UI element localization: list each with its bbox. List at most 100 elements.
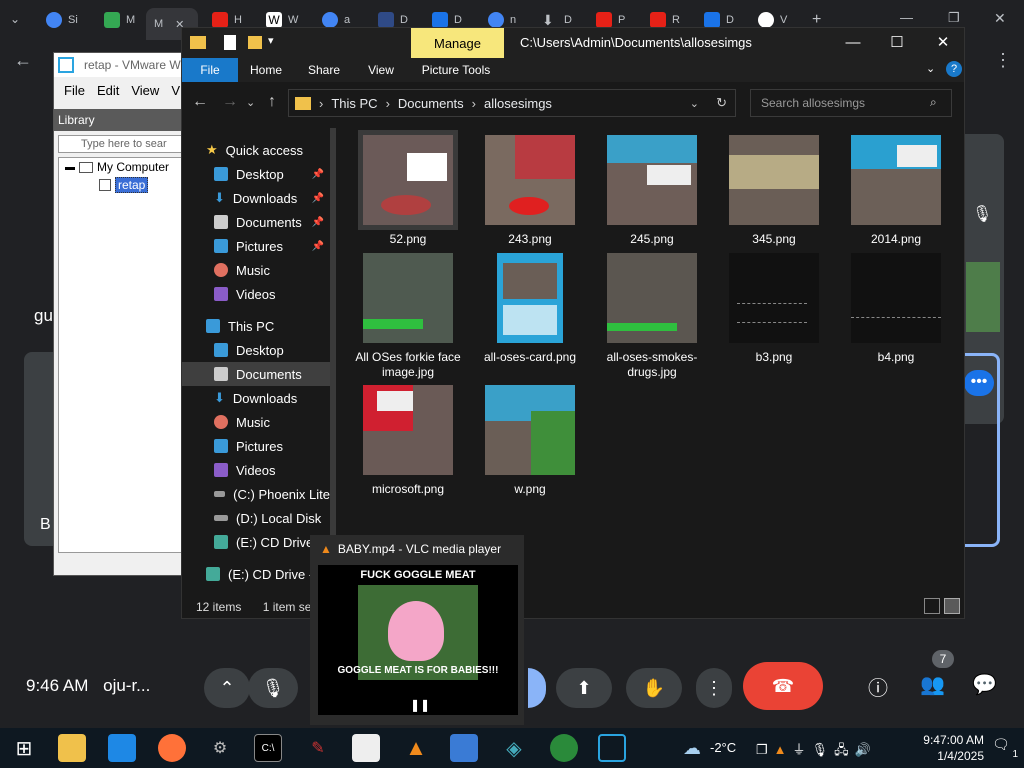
search-input[interactable]: Search allosesimgs [750,89,952,117]
close-window-icon[interactable]: ✕ [994,10,1006,27]
more-options-icon[interactable]: ••• [964,370,994,396]
new-folder-icon[interactable] [248,36,262,49]
menu-view[interactable]: View [131,83,159,98]
people-icon[interactable]: 👥 [920,672,945,697]
virtualbox-icon[interactable]: ◈ [500,734,528,762]
terminal-icon[interactable]: C:\ [254,734,282,762]
end-call-button[interactable]: ☎ [743,662,823,710]
vlc-tray-icon[interactable]: ▲ [774,742,793,757]
vmware-icon[interactable] [598,734,626,762]
nav-qa-desktop[interactable]: Desktop 📌 [182,162,330,186]
raise-hand-button[interactable]: ✋ [626,668,682,708]
more-options-button[interactable]: ⋮ [696,668,732,708]
browser-icon[interactable] [550,734,578,762]
file-item[interactable]: w.png [470,380,590,497]
nav-qa-videos[interactable]: Videos [182,282,330,306]
large-icons-view-icon[interactable] [944,598,960,614]
taskview-icon[interactable]: ❐ [756,742,774,757]
minimize-icon[interactable]: — [900,10,913,25]
file-item[interactable]: 2014.png [836,130,956,247]
minimize-icon[interactable]: — [838,32,868,54]
mic-button[interactable]: 🎙 [248,668,298,708]
nav-pc-documents[interactable]: Documents [182,362,330,386]
mic-tray-icon[interactable]: 🎙 [812,742,835,757]
file-item[interactable]: b3.png [714,248,834,365]
menu-file[interactable]: File [64,83,85,98]
collapse-icon[interactable]: ▬ [65,162,75,173]
file-item[interactable]: all-oses-card.png [470,248,590,365]
nav-drive-d[interactable]: (D:) Local Disk [182,506,330,530]
breadcrumb-documents[interactable]: Documents [398,96,464,111]
ribbon-expand-icon[interactable]: ⌄ [926,62,935,75]
usb-icon[interactable]: ⏚ [793,742,812,757]
maximize-icon[interactable]: ☐ [882,32,912,54]
nav-pc-music[interactable]: Music [182,410,330,434]
file-item[interactable]: 52.png [348,130,468,247]
paint-icon[interactable]: ✎ [304,734,332,762]
refresh-icon[interactable]: ↻ [716,95,727,111]
nav-qa-music[interactable]: Music [182,258,330,282]
nav-this-pc[interactable]: This PC [182,314,330,338]
address-dropdown-icon[interactable]: ⌄ [690,97,699,110]
file-item[interactable]: microsoft.png [348,380,468,497]
nav-quick-access[interactable]: ★ Quick access [182,138,330,162]
photos-icon[interactable] [450,734,478,762]
network-icon[interactable]: 🖧 [834,742,855,757]
back-icon[interactable]: ← [14,50,32,71]
nav-pc-videos[interactable]: Videos [182,458,330,482]
customize-qat-icon[interactable]: ▾ [268,34,274,47]
file-item[interactable]: 245.png [592,130,712,247]
clock[interactable]: 9:47:00 AM 1/4/2025 [923,732,984,764]
menu-vm[interactable]: V [171,83,180,98]
nav-qa-documents[interactable]: Documents 📌 [182,210,330,234]
store-icon[interactable] [108,734,136,762]
nav-drive-e-2[interactable]: (E:) CD Drive - IF [182,562,330,586]
menu-icon[interactable]: ⋮ [994,50,1012,71]
up-icon[interactable]: ↑ [268,93,276,111]
nav-pc-downloads[interactable]: ⬇ Downloads [182,386,330,410]
details-view-icon[interactable] [924,598,940,614]
file-explorer-icon[interactable] [58,734,86,762]
firefox-icon[interactable] [158,734,186,762]
settings-icon[interactable]: ⚙ [206,734,234,762]
nav-qa-downloads[interactable]: ⬇ Downloads 📌 [182,186,330,210]
manage-tab[interactable]: Manage [411,28,504,58]
notification-icon[interactable]: 🗨 1 [992,736,1018,760]
file-item[interactable]: 345.png [714,130,834,247]
file-item[interactable]: All OSes forkie face image.jpg [348,248,468,380]
nav-qa-pictures[interactable]: Pictures 📌 [182,234,330,258]
recent-icon[interactable]: ⌄ [246,96,255,109]
ribbon-picture-tools[interactable]: Picture Tools [416,58,496,82]
tab-1[interactable]: Si [46,8,78,32]
left-tile[interactable]: B [24,352,54,546]
nav-pc-pictures[interactable]: Pictures [182,434,330,458]
tab-2[interactable]: M [104,8,135,32]
nav-drive-c[interactable]: (C:) Phoenix Lite [182,482,330,506]
close-icon[interactable]: ✕ [928,32,958,54]
nav-pc-desktop[interactable]: Desktop [182,338,330,362]
ribbon-file[interactable]: File [182,58,238,82]
menu-edit[interactable]: Edit [97,83,119,98]
chat-icon[interactable]: 💬 [972,672,997,697]
forward-icon[interactable]: → [222,93,238,111]
nav-drive-e[interactable]: (E:) CD Drive - [182,530,330,554]
windows-start-icon[interactable]: ⊞ [10,734,38,762]
audio-options-button[interactable]: ⌃ [204,668,250,708]
restore-icon[interactable]: ❐ [948,10,960,26]
active-speaker-tile[interactable]: ••• [964,353,1000,547]
camera-button[interactable] [528,668,546,708]
address-bar[interactable]: › This PC › Documents › allosesimgs ⌄ ↻ [288,89,736,117]
notepad-icon[interactable] [352,734,380,762]
file-item[interactable]: 243.png [470,130,590,247]
vlc-icon[interactable]: ▲ [402,734,430,762]
ribbon-home[interactable]: Home [242,58,290,82]
ribbon-share[interactable]: Share [300,58,348,82]
info-icon[interactable]: ⓘ [868,672,888,701]
help-icon[interactable]: ? [946,61,962,77]
nav-scrollbar[interactable] [330,128,336,552]
ribbon-view[interactable]: View [358,58,404,82]
breadcrumb-this-pc[interactable]: This PC [331,96,377,111]
volume-icon[interactable]: 🔊 [855,742,877,757]
file-item[interactable]: all-oses-smokes-drugs.jpg [592,248,712,380]
breadcrumb-allosesimgs[interactable]: allosesimgs [484,96,552,111]
